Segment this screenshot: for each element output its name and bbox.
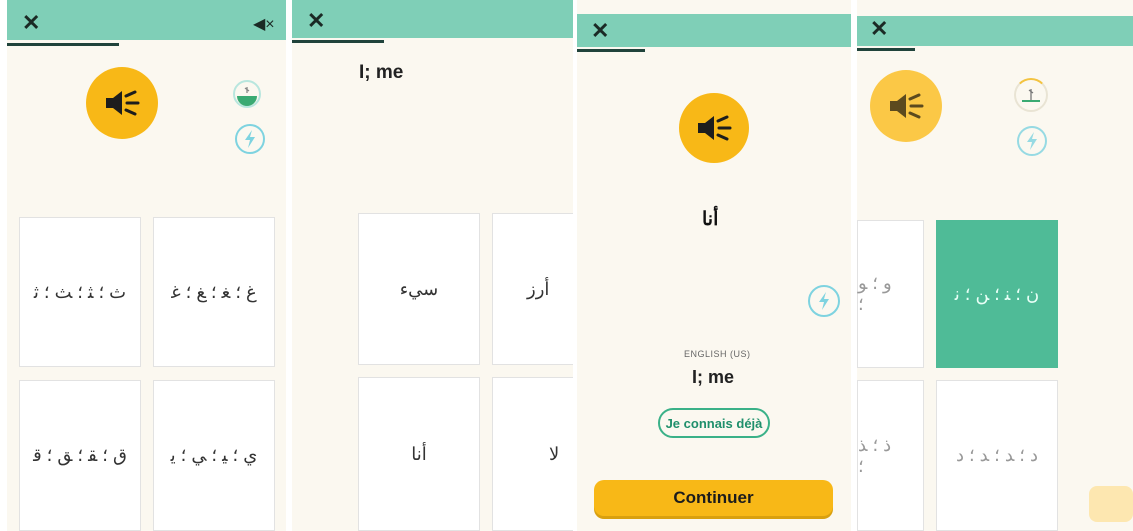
mute-icon[interactable]: ◀×	[253, 14, 275, 34]
top-bar	[292, 0, 573, 38]
top-bar	[857, 16, 1133, 46]
top-bar	[577, 14, 851, 47]
progress-bar	[7, 43, 119, 46]
language-label: ENGLISH (US)	[684, 349, 751, 359]
answer-tile[interactable]: ذ ؛ ﺬ ؛	[857, 380, 924, 531]
answer-tile[interactable]: غ ؛ ﻐ ؛ ﻎ ؛ ﻏ	[153, 217, 275, 367]
lightning-bolt-icon[interactable]	[1017, 126, 1047, 156]
speaker-icon	[106, 90, 140, 116]
close-icon[interactable]: ✕	[307, 10, 325, 32]
answer-tile[interactable]: ث ؛ ﺜ ؛ ﺚ ؛ ﺛ	[19, 217, 141, 367]
panel-1: ✕ ◀× ث ؛ ﺜ ؛ ﺚ ؛ ﺛ غ ؛ ﻐ ؛ ﻎ ؛ ﻏ ق ؛ ﻘ ؛…	[7, 0, 286, 531]
top-bar	[7, 0, 286, 40]
panel-3: ✕ أنا ENGLISH (US) I; me Je connais déjà…	[577, 0, 851, 531]
progress-bar	[292, 40, 384, 43]
prompt-title: I; me	[359, 62, 404, 83]
panel-4: ✕ و ؛ ﻮ ؛ ن ؛ ﻨ ؛ ﻦ ؛ ﻧ ذ ؛ ﺬ ؛ د ؛ ﺪ ؛ …	[857, 0, 1133, 531]
timer-icon	[1014, 78, 1048, 112]
timer-icon	[233, 80, 261, 108]
lightning-bolt-icon[interactable]	[235, 124, 265, 154]
speaker-button[interactable]	[86, 67, 158, 139]
close-icon[interactable]: ✕	[591, 20, 609, 42]
answer-tile[interactable]: أنا	[358, 377, 480, 531]
continue-button[interactable]: Continuer	[594, 480, 833, 516]
answer-tile[interactable]: د ؛ ﺪ ؛ ﺪ ؛ د	[936, 380, 1058, 531]
lightning-bolt-icon[interactable]	[808, 285, 840, 317]
progress-bar	[857, 48, 915, 51]
speaker-icon	[890, 93, 924, 119]
translation-text: I; me	[692, 367, 735, 387]
close-icon[interactable]: ✕	[22, 12, 40, 34]
continue-button-partial[interactable]	[1089, 486, 1133, 522]
arabic-word: أنا	[702, 209, 719, 230]
answer-tile[interactable]: لا	[492, 377, 573, 531]
answer-tile[interactable]: سيء	[358, 213, 480, 365]
speaker-button[interactable]	[870, 70, 942, 142]
answer-tile[interactable]: ي ؛ ﻴ ؛ ﻲ ؛ ﻳ	[153, 380, 275, 531]
panel-2: ✕ I; me سيء أرز أنا لا	[292, 0, 573, 531]
answer-tile[interactable]: أرز	[492, 213, 573, 365]
speaker-button[interactable]	[679, 93, 749, 163]
answer-tile[interactable]: و ؛ ﻮ ؛	[857, 220, 924, 368]
already-know-button[interactable]: Je connais déjà	[658, 408, 770, 438]
progress-bar	[577, 49, 645, 52]
answer-tile[interactable]: ق ؛ ﻘ ؛ ﻖ ؛ ﻗ	[19, 380, 141, 531]
close-icon[interactable]: ✕	[870, 18, 888, 40]
answer-tile-selected[interactable]: ن ؛ ﻨ ؛ ﻦ ؛ ﻧ	[936, 220, 1058, 368]
speaker-icon	[698, 115, 732, 141]
